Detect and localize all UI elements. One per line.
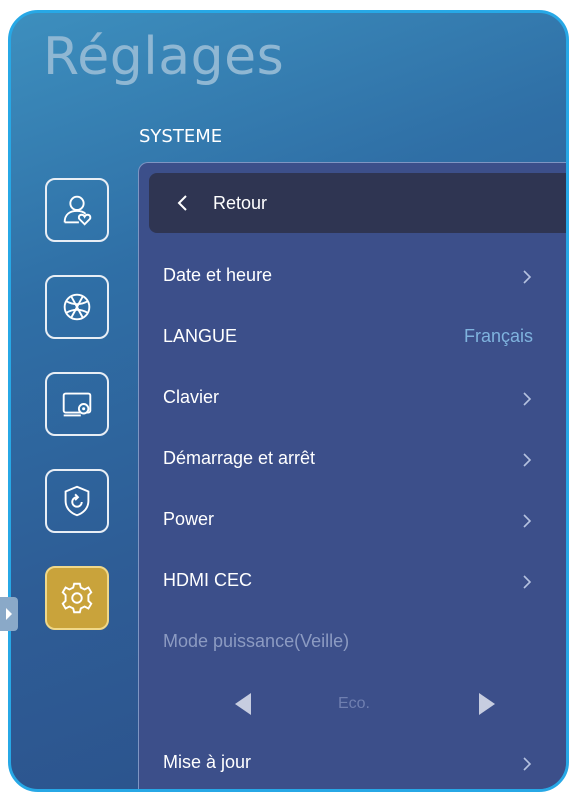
menu-item-label: Power bbox=[163, 509, 215, 529]
menu-item-label: HDMI CEC bbox=[163, 570, 252, 590]
menu-item-demarrage-arret[interactable]: Démarrage et arrêt bbox=[139, 430, 566, 490]
user-heart-icon bbox=[63, 195, 92, 226]
power-mode-value: Eco. bbox=[337, 695, 370, 712]
side-expand-tab[interactable] bbox=[0, 597, 18, 631]
settings-window: Réglages SYSTEME Retour Date et heure LA… bbox=[8, 10, 569, 792]
settings-panel: Retour Date et heure LANGUE Français Cla… bbox=[138, 162, 566, 789]
back-button[interactable]: Retour bbox=[149, 173, 566, 233]
menu-item-hdmi-cec[interactable]: HDMI CEC bbox=[139, 552, 566, 612]
sidebar-item-security[interactable] bbox=[45, 469, 109, 533]
gear-icon bbox=[61, 582, 93, 614]
chevron-right-icon bbox=[523, 514, 532, 528]
sidebar-item-system[interactable] bbox=[45, 566, 109, 630]
menu-item-label: Date et heure bbox=[163, 265, 273, 285]
menu-item-label: Mise à jour bbox=[163, 752, 252, 772]
shield-refresh-icon bbox=[64, 485, 90, 517]
power-mode-stepper: Eco. bbox=[139, 673, 566, 733]
chevron-left-icon bbox=[173, 193, 193, 213]
language-value: Français bbox=[463, 326, 533, 346]
menu-item-label: Démarrage et arrêt bbox=[163, 448, 316, 468]
display-settings-icon bbox=[62, 392, 92, 417]
chevron-right-icon bbox=[523, 575, 532, 589]
menu-item-power[interactable]: Power bbox=[139, 491, 566, 551]
menu-item-mode-puissance: Mode puissance(Veille) bbox=[139, 613, 566, 673]
globe-icon bbox=[63, 293, 91, 321]
chevron-right-icon bbox=[523, 392, 532, 406]
chevron-right-icon bbox=[523, 270, 532, 284]
menu-item-label: Clavier bbox=[163, 387, 220, 407]
section-title: SYSTEME bbox=[139, 126, 223, 147]
page-title: Réglages bbox=[43, 27, 285, 87]
menu-item-label: LANGUE bbox=[163, 326, 238, 346]
menu-item-langue[interactable]: LANGUE Français bbox=[139, 308, 566, 368]
menu-item-label: Mode puissance(Veille) bbox=[163, 631, 350, 651]
expand-arrow-icon bbox=[6, 608, 12, 620]
menu-item-mise-a-jour[interactable]: Mise à jour bbox=[139, 734, 566, 789]
chevron-right-icon bbox=[523, 453, 532, 467]
stepper-right-arrow[interactable] bbox=[479, 693, 495, 715]
menu-item-clavier[interactable]: Clavier bbox=[139, 369, 566, 429]
menu-item-date-heure[interactable]: Date et heure bbox=[139, 247, 566, 307]
chevron-right-icon bbox=[523, 757, 532, 771]
back-label: Retour bbox=[213, 192, 268, 213]
sidebar-item-user[interactable] bbox=[45, 178, 109, 242]
sidebar-item-network[interactable] bbox=[45, 275, 109, 339]
sidebar-item-display[interactable] bbox=[45, 372, 109, 436]
